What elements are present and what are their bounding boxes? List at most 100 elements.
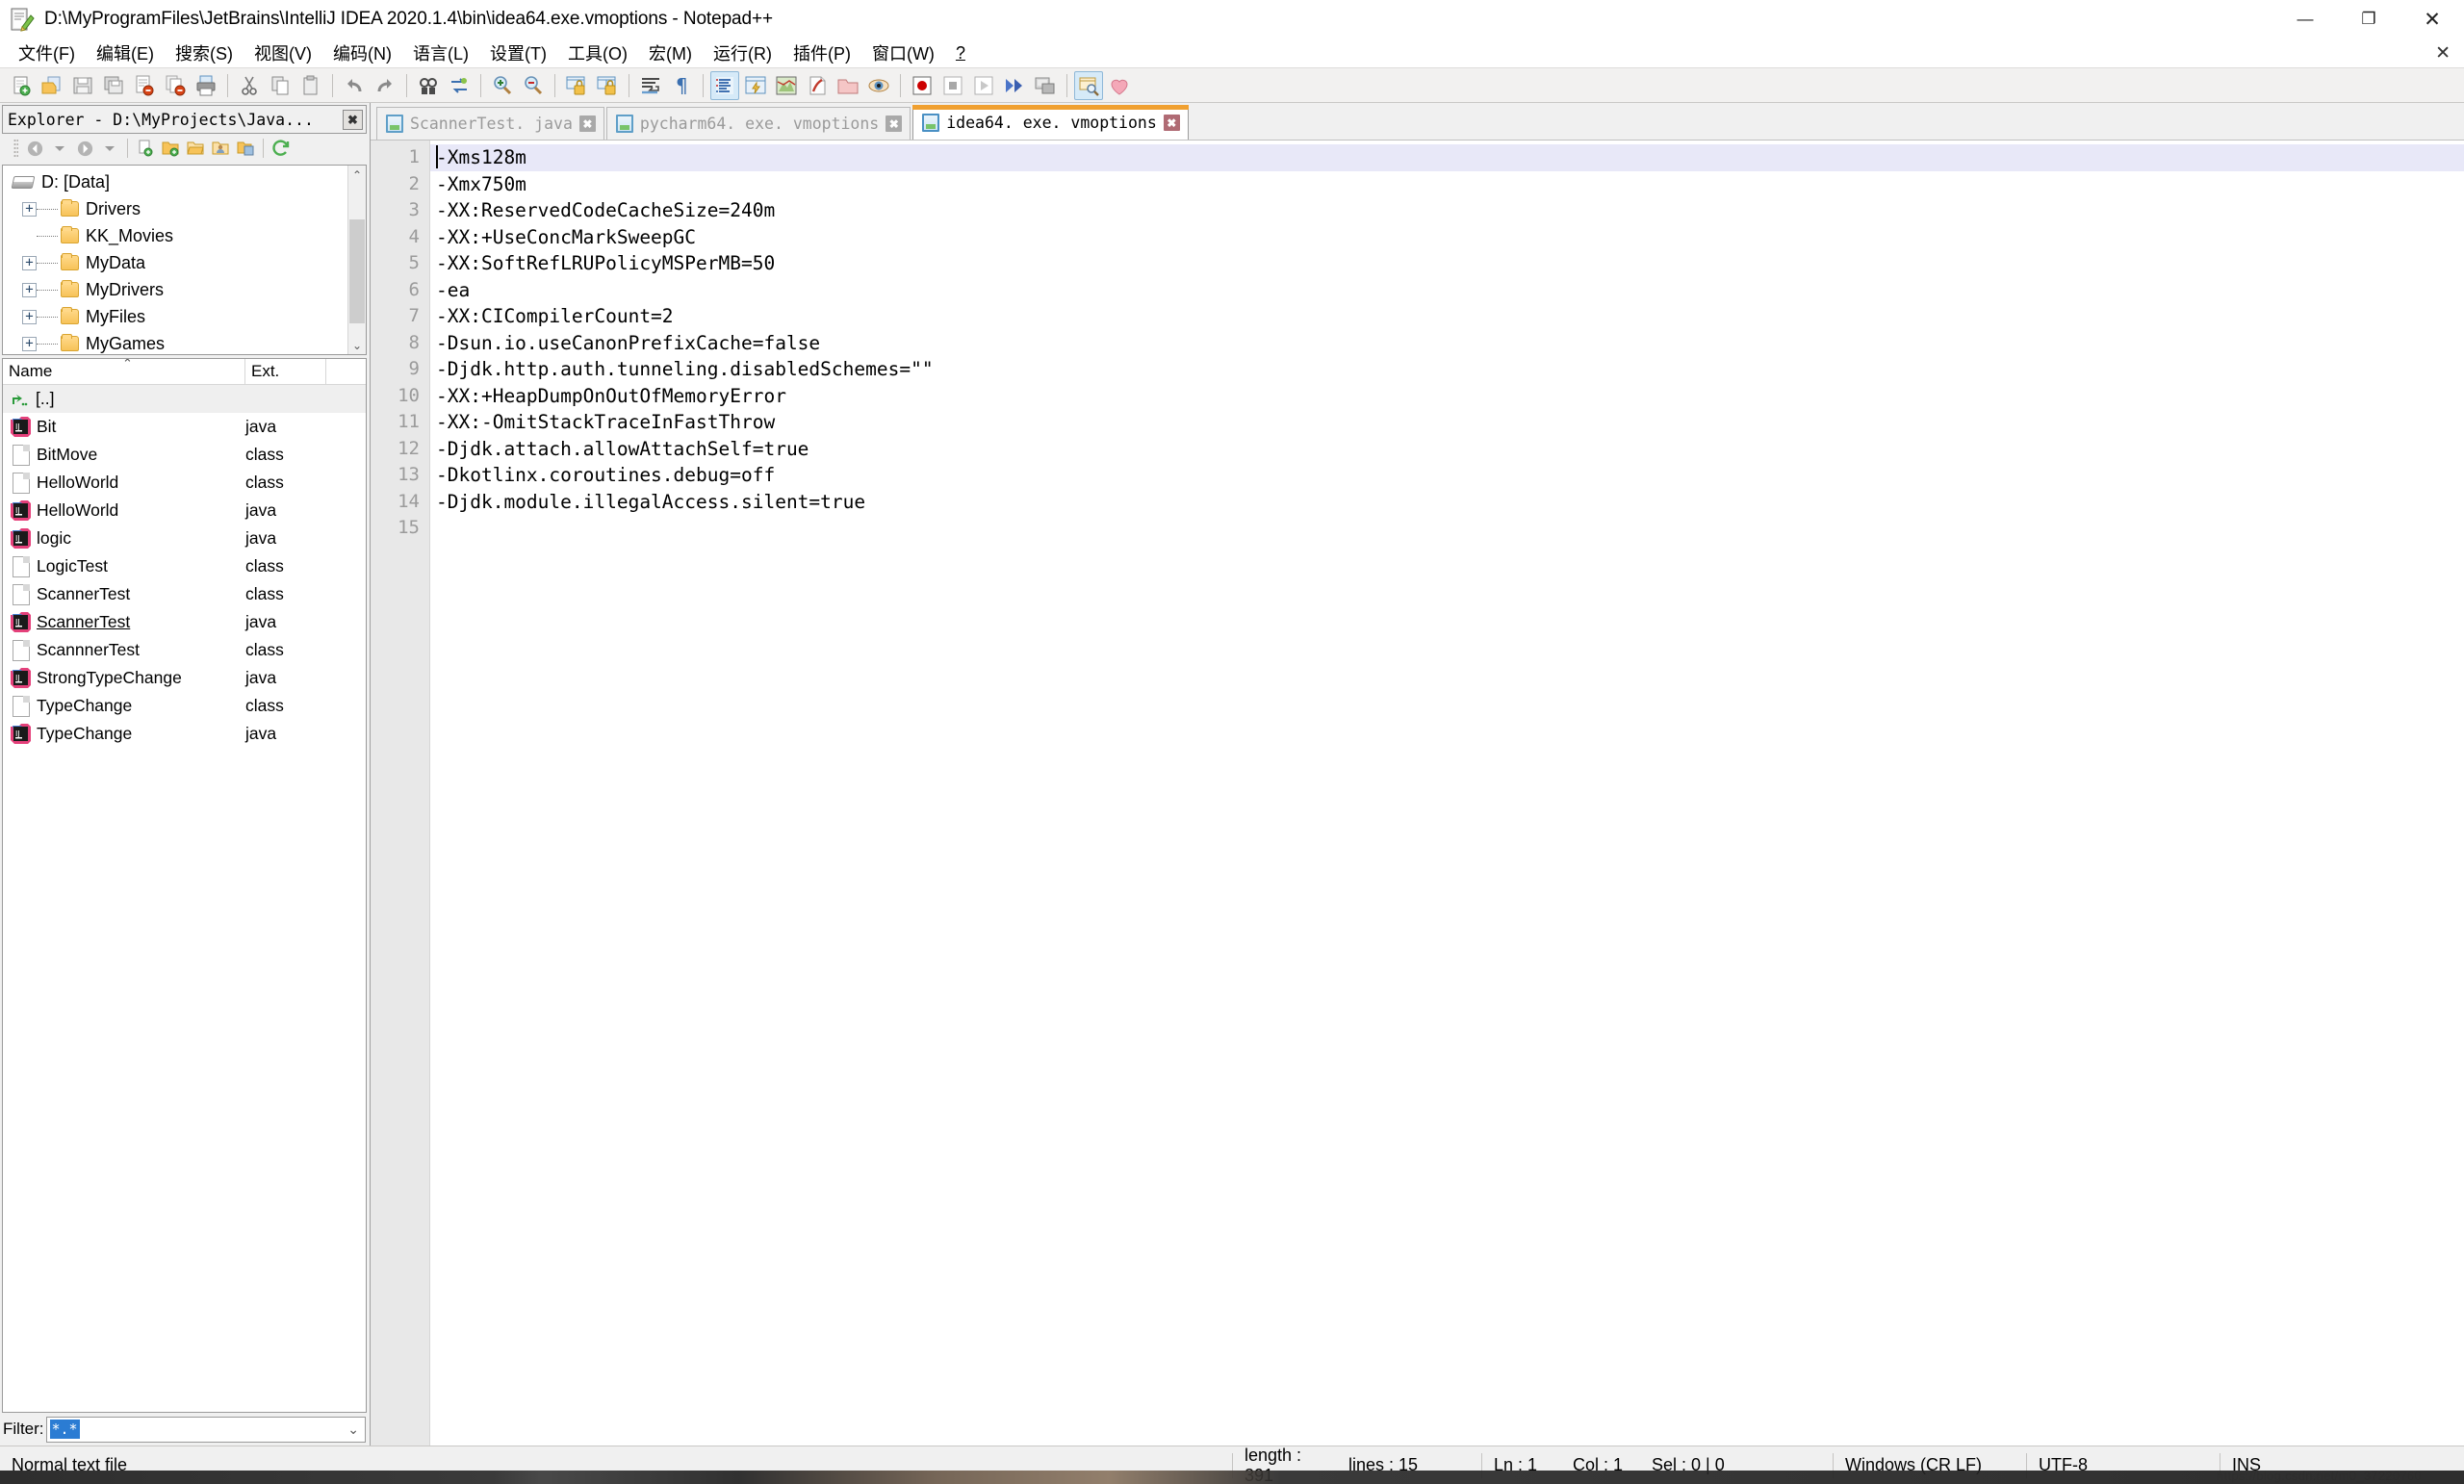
maximize-button[interactable]: ❐ xyxy=(2337,0,2400,38)
open-folder-icon[interactable] xyxy=(183,137,208,160)
paste-icon[interactable] xyxy=(296,71,325,100)
undo-icon[interactable] xyxy=(340,71,369,100)
redo-icon[interactable] xyxy=(371,71,399,100)
tab-pycharm64-exe-vmoptions[interactable]: pycharm64. exe. vmoptions ✖ xyxy=(606,107,911,140)
menu-tools[interactable]: 工具(O) xyxy=(557,38,638,67)
function-list-icon[interactable] xyxy=(803,71,832,100)
new-file-icon[interactable] xyxy=(133,137,158,160)
scrollbar-thumb[interactable] xyxy=(349,219,365,323)
menu-file[interactable]: 文件(F) xyxy=(8,38,86,67)
show-indent-guide-icon[interactable] xyxy=(710,71,739,100)
copy-path-icon[interactable] xyxy=(233,137,258,160)
zoom-out-icon[interactable] xyxy=(519,71,548,100)
filter-combobox[interactable]: *.* ⌄ xyxy=(46,1417,367,1443)
back-dropdown-icon[interactable] xyxy=(47,137,72,160)
menu-help[interactable]: ? xyxy=(945,41,976,65)
sync-horizontal-scroll-icon[interactable] xyxy=(593,71,622,100)
menu-view[interactable]: 视图(V) xyxy=(244,38,322,67)
expand-toggle-icon[interactable]: + xyxy=(22,202,37,217)
list-item[interactable]: [..] xyxy=(3,385,366,413)
chevron-down-icon[interactable]: ⌄ xyxy=(347,1421,359,1438)
explorer-close-button[interactable]: ✖ xyxy=(343,110,363,130)
tree-item-mydata[interactable]: + MyData xyxy=(3,249,347,276)
tree-item-drive[interactable]: D: [Data] xyxy=(3,168,347,195)
file-list-rows[interactable]: [..] IJ Bit java xyxy=(3,385,366,1412)
scroll-down-icon[interactable]: ⌄ xyxy=(348,336,366,354)
menu-edit[interactable]: 编辑(E) xyxy=(86,38,165,67)
new-file-icon[interactable] xyxy=(7,71,36,100)
macro-run-multiple-icon[interactable] xyxy=(1000,71,1029,100)
menu-search[interactable]: 搜索(S) xyxy=(165,38,244,67)
scroll-up-icon[interactable]: ⌃ xyxy=(348,166,366,184)
back-icon[interactable] xyxy=(22,137,47,160)
tree-item-kk-movies[interactable]: KK_Movies xyxy=(3,222,347,249)
find-in-files-icon[interactable] xyxy=(1074,71,1103,100)
refresh-icon[interactable] xyxy=(269,137,294,160)
filter-input-value[interactable]: *.* xyxy=(50,1420,80,1439)
close-document-button[interactable]: ✕ xyxy=(2435,42,2451,64)
list-item[interactable]: IJ Bit java xyxy=(3,413,366,441)
monitoring-icon[interactable] xyxy=(864,71,893,100)
tab-close-icon[interactable]: ✖ xyxy=(1164,115,1180,131)
menu-language[interactable]: 语言(L) xyxy=(402,38,479,67)
list-item[interactable]: IJ logic java xyxy=(3,525,366,552)
menu-encoding[interactable]: 编码(N) xyxy=(322,38,402,67)
expand-toggle-icon[interactable]: + xyxy=(22,283,37,297)
find-icon[interactable] xyxy=(414,71,443,100)
open-in-explorer-icon[interactable] xyxy=(208,137,233,160)
macro-stop-icon[interactable] xyxy=(938,71,967,100)
expand-toggle-icon[interactable]: + xyxy=(22,310,37,324)
tab-close-icon[interactable]: ✖ xyxy=(579,115,596,132)
copy-icon[interactable] xyxy=(266,71,295,100)
zoom-in-icon[interactable] xyxy=(488,71,517,100)
list-item[interactable]: LogicTest class xyxy=(3,552,366,580)
tab-close-icon[interactable]: ✖ xyxy=(886,115,902,132)
list-item[interactable]: ScannnerTest class xyxy=(3,636,366,664)
cut-icon[interactable] xyxy=(235,71,264,100)
menu-run[interactable]: 运行(R) xyxy=(703,38,783,67)
list-item[interactable]: BitMove class xyxy=(3,441,366,469)
code-text-area[interactable]: -Xms128m -Xmx750m -XX:ReservedCodeCacheS… xyxy=(430,141,2464,1446)
expand-toggle-icon[interactable]: + xyxy=(22,256,37,270)
toolbar-grip[interactable] xyxy=(13,139,18,158)
column-header-name[interactable]: Name ⌃ xyxy=(3,359,245,384)
replace-icon[interactable] xyxy=(445,71,474,100)
save-icon[interactable] xyxy=(68,71,97,100)
list-item[interactable]: IJ HelloWorld java xyxy=(3,497,366,525)
open-file-icon[interactable] xyxy=(38,71,66,100)
list-item[interactable]: ScannerTest class xyxy=(3,580,366,608)
list-item[interactable]: IJ TypeChange java xyxy=(3,720,366,748)
expand-toggle-icon[interactable] xyxy=(22,229,37,243)
folder-tree[interactable]: D: [Data] + Drivers KK_Movies xyxy=(3,166,347,354)
sync-vertical-scroll-icon[interactable] xyxy=(562,71,591,100)
forward-icon[interactable] xyxy=(72,137,97,160)
macro-playback-icon[interactable] xyxy=(969,71,998,100)
close-button[interactable]: ✕ xyxy=(2400,0,2464,38)
tab-scannertest-java[interactable]: ScannerTest. java ✖ xyxy=(376,107,604,140)
menu-settings[interactable]: 设置(T) xyxy=(479,38,557,67)
list-item[interactable]: TypeChange class xyxy=(3,692,366,720)
close-all-files-icon[interactable] xyxy=(161,71,190,100)
tree-scrollbar[interactable]: ⌃ ⌄ xyxy=(347,166,366,354)
macro-record-icon[interactable] xyxy=(908,71,937,100)
expand-toggle-icon[interactable]: + xyxy=(22,337,37,351)
tree-item-mygames[interactable]: + MyGames xyxy=(3,330,347,354)
list-item[interactable]: IJ StrongTypeChange java xyxy=(3,664,366,692)
print-icon[interactable] xyxy=(192,71,220,100)
tree-item-myfiles[interactable]: + MyFiles xyxy=(3,303,347,330)
save-all-icon[interactable] xyxy=(99,71,128,100)
show-all-characters-icon[interactable]: ¶ xyxy=(667,71,696,100)
new-folder-icon[interactable] xyxy=(158,137,183,160)
user-defined-language-icon[interactable] xyxy=(741,71,770,100)
tab-idea64-exe-vmoptions[interactable]: idea64. exe. vmoptions ✖ xyxy=(912,105,1189,140)
donate-heart-icon[interactable] xyxy=(1105,71,1134,100)
list-item[interactable]: HelloWorld class xyxy=(3,469,366,497)
word-wrap-icon[interactable] xyxy=(636,71,665,100)
tree-item-mydrivers[interactable]: + MyDrivers xyxy=(3,276,347,303)
close-file-icon[interactable] xyxy=(130,71,159,100)
folder-as-workspace-icon[interactable] xyxy=(834,71,862,100)
menu-macro[interactable]: 宏(M) xyxy=(638,38,703,67)
tree-item-drivers[interactable]: + Drivers xyxy=(3,195,347,222)
macro-save-icon[interactable] xyxy=(1031,71,1060,100)
list-item-selected[interactable]: IJ ScannerTest java xyxy=(3,608,366,636)
